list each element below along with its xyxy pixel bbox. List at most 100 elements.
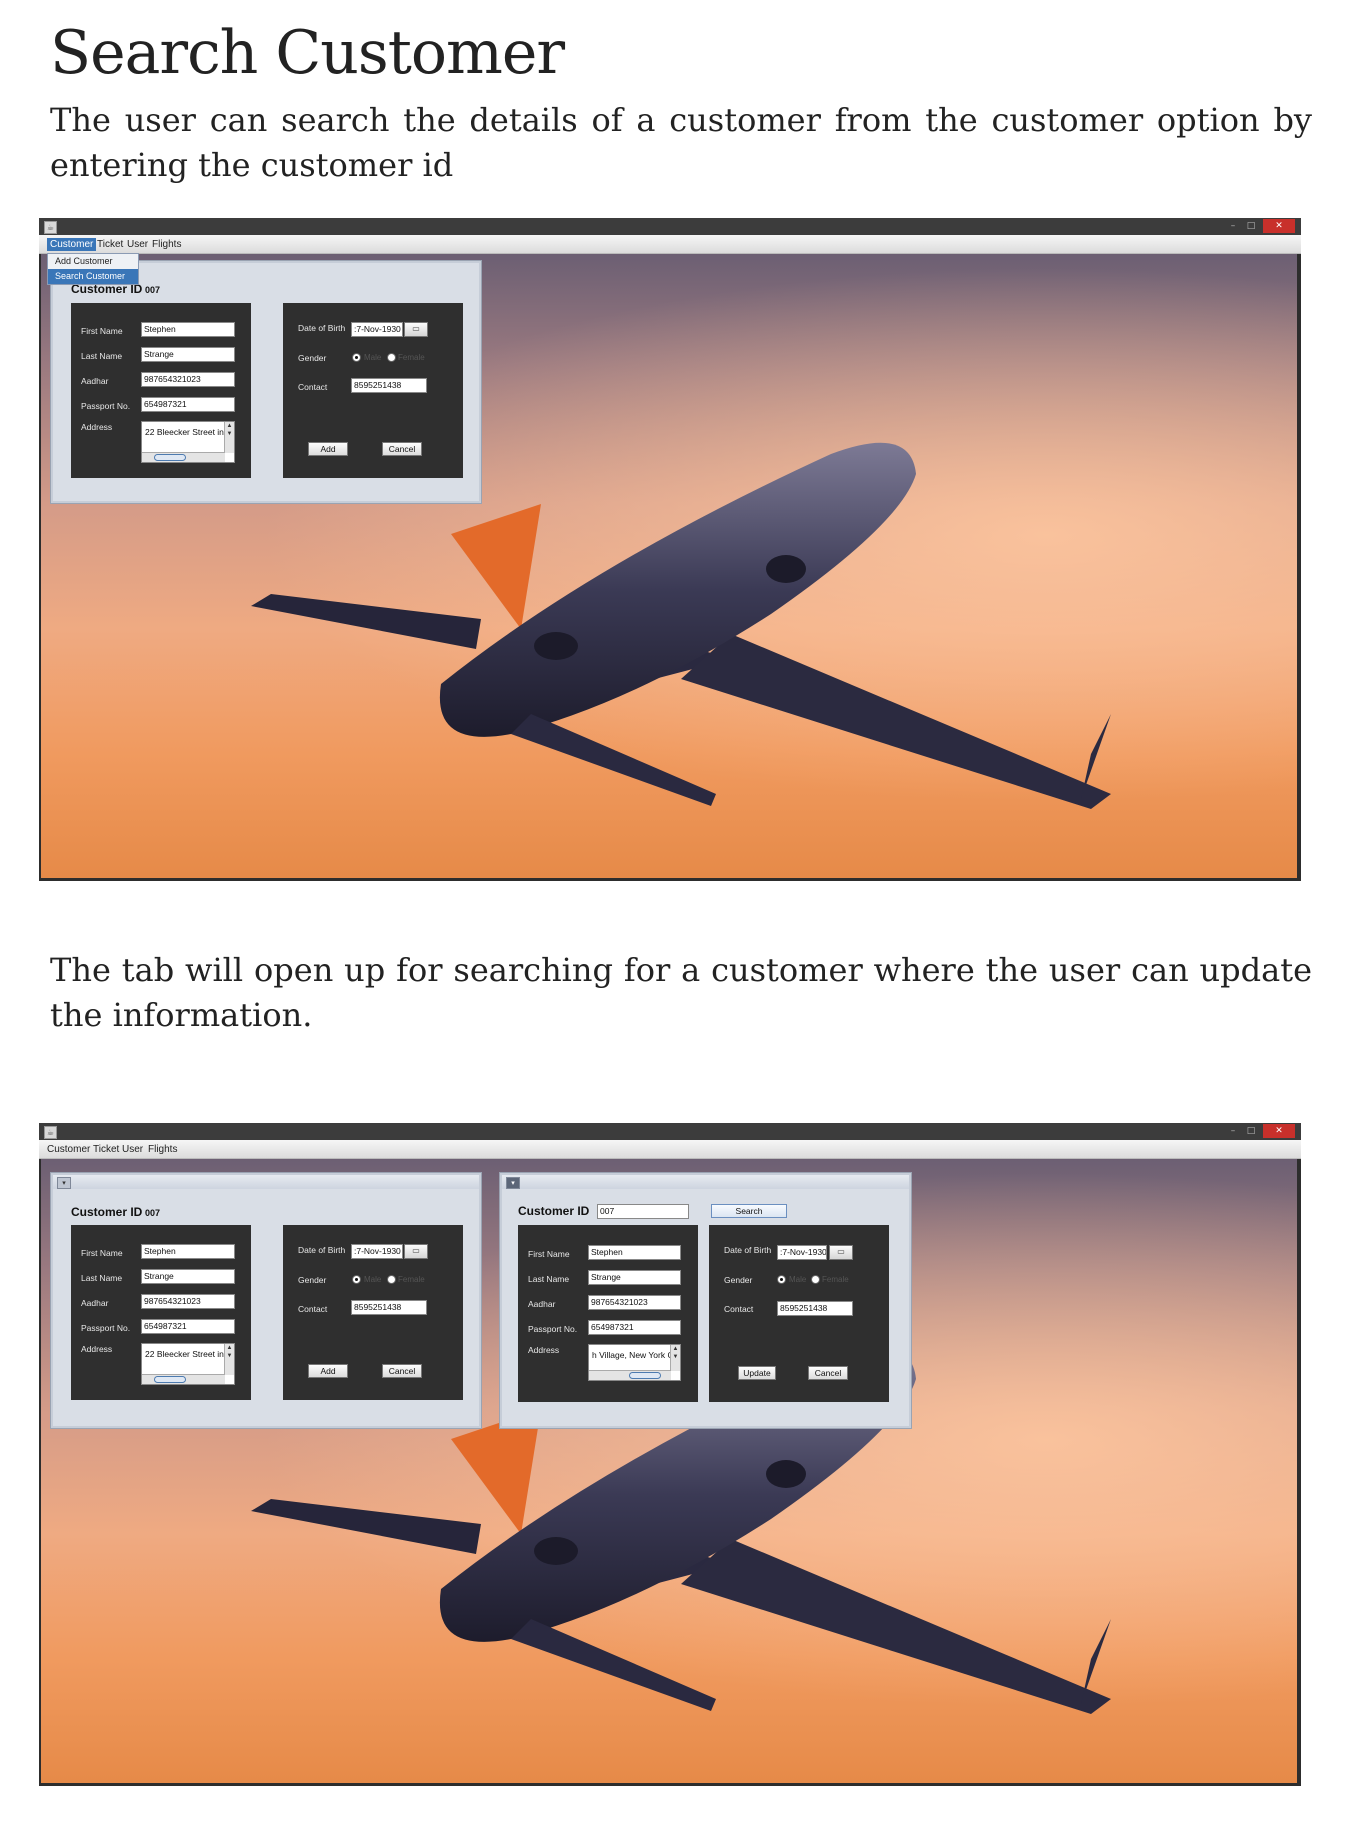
contact-label: Contact — [298, 1304, 328, 1314]
minimize-button[interactable]: – — [1225, 219, 1241, 233]
middle-paragraph: The tab will open up for searching for a… — [50, 951, 1312, 1034]
menu-customer[interactable]: Customer — [47, 238, 97, 251]
dob-field[interactable]: :7-Nov-1930 — [351, 322, 403, 337]
menu-bar: Customer Ticket User Flights — [39, 235, 1301, 254]
calendar-icon[interactable]: ▭ — [829, 1245, 853, 1260]
last-name-field[interactable]: Strange — [141, 1269, 235, 1284]
last-name-field[interactable]: Strange — [141, 347, 235, 362]
menu-item-add-customer[interactable]: Add Customer — [48, 254, 138, 269]
update-button[interactable]: Update — [738, 1366, 776, 1380]
minimize-button[interactable]: – — [1225, 1124, 1241, 1138]
customer-id-label: Customer ID — [71, 1205, 143, 1219]
menu-user[interactable]: User — [119, 1143, 146, 1156]
other-details-panel: Date of Birth :7-Nov-1930 ▭ Gender Male … — [283, 303, 463, 478]
menu-customer[interactable]: Customer — [44, 1143, 93, 1156]
aadhar-field[interactable]: 987654321023 — [141, 1294, 235, 1309]
female-radio[interactable] — [811, 1275, 820, 1284]
screenshot-add-customer: ☕ – □ ✕ Customer Ticket User Flights Add… — [39, 218, 1301, 881]
passport-field[interactable]: 654987321 — [141, 1319, 235, 1334]
customer-id-value: 007 — [145, 285, 161, 295]
search-personal-details-panel: First Name Stephen Last Name Strange Aad… — [518, 1225, 698, 1402]
personal-details-panel: First Name Stephen Last Name Strange Aad… — [71, 1225, 251, 1400]
passport-label: Passport No. — [528, 1324, 578, 1334]
cancel-button[interactable]: Cancel — [382, 442, 422, 456]
passport-field[interactable]: 654987321 — [141, 397, 235, 412]
dob-field[interactable]: :7-Nov-1930 — [351, 1244, 403, 1259]
address-textarea[interactable]: 22 Bleecker Street in Gr ▲ ▼ — [141, 421, 235, 463]
male-label: Male — [789, 1275, 807, 1284]
menu-ticket[interactable]: Ticket — [90, 1143, 122, 1156]
address-label: Address — [81, 422, 113, 432]
address-textarea[interactable]: 22 Bleecker Street in Gr ▲ ▼ — [141, 1343, 235, 1385]
scroll-thumb[interactable] — [154, 454, 186, 461]
last-name-field[interactable]: Strange — [588, 1270, 681, 1285]
male-radio[interactable] — [352, 353, 361, 362]
address-vertical-scrollbar[interactable]: ▲ ▼ — [670, 1345, 680, 1371]
close-button[interactable]: ✕ — [1263, 219, 1295, 233]
last-name-label: Last Name — [528, 1274, 570, 1284]
search-button[interactable]: Search — [711, 1204, 787, 1218]
frame-menu-icon[interactable]: ▾ — [57, 1177, 71, 1189]
female-label: Female — [822, 1275, 849, 1284]
female-label: Female — [398, 353, 425, 362]
menu-flights[interactable]: Flights — [145, 1143, 180, 1156]
scroll-thumb[interactable] — [629, 1372, 661, 1379]
male-radio[interactable] — [777, 1275, 786, 1284]
address-text: 22 Bleecker Street in Gr — [145, 427, 235, 437]
address-horizontal-scrollbar[interactable] — [589, 1370, 671, 1380]
contact-field[interactable]: 8595251438 — [777, 1301, 853, 1316]
address-horizontal-scrollbar[interactable] — [142, 452, 225, 462]
menu-item-search-customer[interactable]: Search Customer — [48, 269, 138, 284]
menu-flights[interactable]: Flights — [149, 238, 184, 251]
close-button[interactable]: ✕ — [1263, 1124, 1295, 1138]
dob-field[interactable]: :7-Nov-1930 — [777, 1245, 827, 1260]
customer-dropdown-menu: Add Customer Search Customer — [47, 253, 139, 285]
first-name-field[interactable]: Stephen — [588, 1245, 681, 1260]
address-horizontal-scrollbar[interactable] — [142, 1374, 225, 1384]
last-name-label: Last Name — [81, 351, 123, 361]
calendar-icon[interactable]: ▭ — [404, 1244, 428, 1259]
contact-field[interactable]: 8595251438 — [351, 1300, 427, 1315]
calendar-icon[interactable]: ▭ — [404, 322, 428, 337]
first-name-field[interactable]: Stephen — [141, 1244, 235, 1259]
first-name-field[interactable]: Stephen — [141, 322, 235, 337]
passport-label: Passport No. — [81, 1323, 131, 1333]
customer-id-input[interactable]: 007 — [597, 1204, 689, 1219]
aadhar-field[interactable]: 987654321023 — [141, 372, 235, 387]
maximize-button[interactable]: □ — [1243, 219, 1259, 233]
address-textarea[interactable]: h Village, New York City ▲ ▼ — [588, 1344, 681, 1381]
customer-id-value: 007 — [145, 1208, 161, 1218]
window-titlebar-2: ☕ – □ ✕ — [39, 1123, 1301, 1140]
add-button[interactable]: Add — [308, 442, 348, 456]
menu-ticket[interactable]: Ticket — [94, 238, 126, 251]
address-text: h Village, New York City — [592, 1350, 681, 1360]
aadhar-label: Aadhar — [81, 376, 109, 386]
male-label: Male — [364, 1275, 382, 1284]
maximize-button[interactable]: □ — [1243, 1124, 1259, 1138]
java-app-icon: ☕ — [44, 1126, 57, 1139]
cancel-button[interactable]: Cancel — [382, 1364, 422, 1378]
female-radio[interactable] — [387, 1275, 396, 1284]
add-customer-frame: Customer ID 007 First Name Stephen Last … — [51, 261, 481, 503]
intro-paragraph: The user can search the details of a cus… — [50, 101, 1312, 184]
address-vertical-scrollbar[interactable]: ▲ ▼ — [224, 422, 234, 453]
frame-menu-icon[interactable]: ▾ — [506, 1177, 520, 1189]
address-vertical-scrollbar[interactable]: ▲ ▼ — [224, 1344, 234, 1375]
menu-user[interactable]: User — [124, 238, 151, 251]
contact-field[interactable]: 8595251438 — [351, 378, 427, 393]
passport-field[interactable]: 654987321 — [588, 1320, 681, 1335]
aadhar-field[interactable]: 987654321023 — [588, 1295, 681, 1310]
personal-details-panel: First Name Stephen Last Name Strange Aad… — [71, 303, 251, 478]
first-name-label: First Name — [81, 326, 123, 336]
passport-label: Passport No. — [81, 401, 131, 411]
dob-label: Date of Birth — [298, 1245, 346, 1255]
dob-label: Date of Birth — [298, 323, 346, 333]
add-button[interactable]: Add — [308, 1364, 348, 1378]
page-title: Search Customer — [50, 18, 565, 88]
gender-label: Gender — [298, 1275, 327, 1285]
male-radio[interactable] — [352, 1275, 361, 1284]
scroll-thumb[interactable] — [154, 1376, 186, 1383]
cancel-button[interactable]: Cancel — [808, 1366, 848, 1380]
first-name-label: First Name — [81, 1248, 123, 1258]
female-radio[interactable] — [387, 353, 396, 362]
